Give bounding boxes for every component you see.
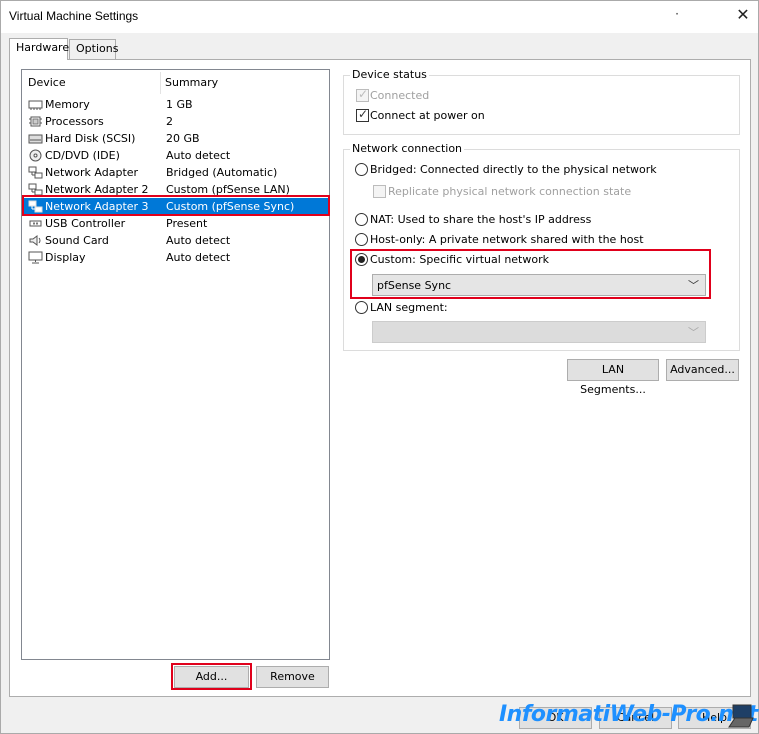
custom-network-select[interactable]: pfSense Sync ﹀	[372, 274, 706, 296]
device-summary: 20 GB	[166, 132, 200, 145]
device-row-network-adapter-2[interactable]: Network Adapter 2 Custom (pfSense LAN)	[23, 181, 328, 198]
lan-segment-radio[interactable]	[355, 301, 368, 314]
device-name: Display	[45, 251, 86, 264]
title-bar: Virtual Machine Settings · ✕	[1, 1, 758, 33]
lan-segment-label: LAN segment:	[370, 301, 448, 314]
advanced-button[interactable]: Advanced...	[666, 359, 739, 381]
device-name: Memory	[45, 98, 90, 111]
network-adapter-icon	[28, 200, 43, 213]
add-button[interactable]: Add...	[174, 666, 249, 688]
nat-radio[interactable]	[355, 213, 368, 226]
check-icon: ✓	[358, 87, 369, 101]
custom-radio[interactable]	[355, 253, 368, 266]
remove-button-label: Remove	[270, 670, 315, 683]
check-icon: ✓	[358, 107, 369, 121]
device-row-processors[interactable]: Processors 2	[23, 113, 328, 130]
virtual-machine-settings-window: Virtual Machine Settings · ✕ Hardware Op…	[0, 0, 759, 734]
device-list[interactable]: Device Summary Memory 1 GB Processors 2 …	[21, 69, 330, 660]
device-column-header[interactable]: Device	[28, 76, 66, 89]
device-row-hard-disk[interactable]: Hard Disk (SCSI) 20 GB	[23, 130, 328, 147]
replicate-state-label: Replicate physical network connection st…	[388, 185, 632, 198]
chevron-down-icon: ﹀	[688, 326, 699, 339]
network-adapter-icon	[28, 183, 43, 196]
connected-label: Connected	[370, 89, 430, 102]
custom-label: Custom: Specific virtual network	[370, 253, 549, 266]
tab-hardware[interactable]: Hardware	[9, 38, 70, 60]
device-name: USB Controller	[45, 217, 126, 230]
device-row-network-adapter-3[interactable]: Network Adapter 3 Custom (pfSense Sync)	[23, 198, 328, 215]
host-only-radio[interactable]	[355, 233, 368, 246]
bridged-radio[interactable]	[355, 163, 368, 176]
replicate-state-checkbox[interactable]	[373, 185, 386, 198]
nat-label: NAT: Used to share the host's IP address	[370, 213, 592, 226]
chevron-down-icon: ﹀	[688, 279, 699, 292]
device-status-title: Device status	[350, 68, 429, 81]
device-summary: 1 GB	[166, 98, 193, 111]
device-summary: Bridged (Automatic)	[166, 166, 278, 179]
device-name: CD/DVD (IDE)	[45, 149, 120, 162]
lan-segments-button[interactable]: LAN Segments...	[567, 359, 659, 396]
device-name: Network Adapter	[45, 166, 139, 179]
memory-icon	[28, 100, 43, 110]
network-adapter-icon	[28, 166, 43, 179]
connect-at-power-on-label: Connect at power on	[370, 109, 485, 122]
processor-icon	[29, 116, 42, 127]
device-row-cd-dvd[interactable]: CD/DVD (IDE) Auto detect	[23, 147, 328, 164]
hard-disk-icon	[28, 134, 43, 144]
device-name: Sound Card	[45, 234, 109, 247]
lan-segments-button-label: LAN Segments...	[580, 363, 646, 396]
window-title: Virtual Machine Settings	[9, 9, 139, 23]
add-button-label: Add...	[195, 670, 228, 683]
device-status-group: Device status	[343, 68, 740, 135]
tab-hardware-label: Hardware	[16, 41, 70, 54]
summary-column-header[interactable]: Summary	[165, 76, 218, 89]
device-name: Network Adapter 3	[45, 200, 149, 213]
device-row-memory[interactable]: Memory 1 GB	[23, 96, 328, 113]
cd-dvd-icon	[29, 149, 42, 162]
laptop-icon	[728, 704, 754, 728]
device-summary: 2	[166, 115, 173, 128]
connected-checkbox[interactable]: ✓	[356, 87, 369, 102]
usb-icon	[29, 220, 42, 227]
device-row-display[interactable]: Display Auto detect	[23, 249, 328, 266]
display-icon	[28, 251, 43, 264]
minimize-icon[interactable]: ·	[669, 7, 685, 27]
device-name: Hard Disk (SCSI)	[45, 132, 136, 145]
device-summary: Auto detect	[166, 234, 231, 247]
device-summary: Present	[166, 217, 208, 230]
tab-options-label: Options	[76, 42, 119, 55]
radio-selected-dot	[358, 256, 365, 263]
sound-icon	[29, 235, 41, 246]
remove-button[interactable]: Remove	[256, 666, 329, 688]
column-separator[interactable]	[160, 72, 161, 94]
tab-options[interactable]: Options	[69, 39, 119, 59]
device-row-sound-card[interactable]: Sound Card Auto detect	[23, 232, 328, 249]
advanced-button-label: Advanced...	[670, 363, 735, 376]
device-summary: Auto detect	[166, 251, 231, 264]
device-summary: Custom (pfSense Sync)	[166, 200, 295, 213]
network-connection-title: Network connection	[350, 142, 465, 155]
device-name: Network Adapter 2	[45, 183, 149, 196]
close-icon[interactable]: ✕	[733, 5, 753, 27]
bridged-label: Bridged: Connected directly to the physi…	[370, 163, 657, 176]
device-summary: Custom (pfSense LAN)	[166, 183, 290, 196]
custom-network-value: pfSense Sync	[377, 279, 452, 292]
lan-segment-select[interactable]: ﹀	[372, 321, 706, 343]
connect-at-power-on-checkbox[interactable]: ✓	[356, 107, 369, 122]
device-summary: Auto detect	[166, 149, 231, 162]
host-only-label: Host-only: A private network shared with…	[370, 233, 644, 246]
device-row-network-adapter[interactable]: Network Adapter Bridged (Automatic)	[23, 164, 328, 181]
device-row-usb-controller[interactable]: USB Controller Present	[23, 215, 328, 232]
watermark-text: InformatiWeb-Pro.net	[499, 702, 758, 727]
device-name: Processors	[45, 115, 104, 128]
